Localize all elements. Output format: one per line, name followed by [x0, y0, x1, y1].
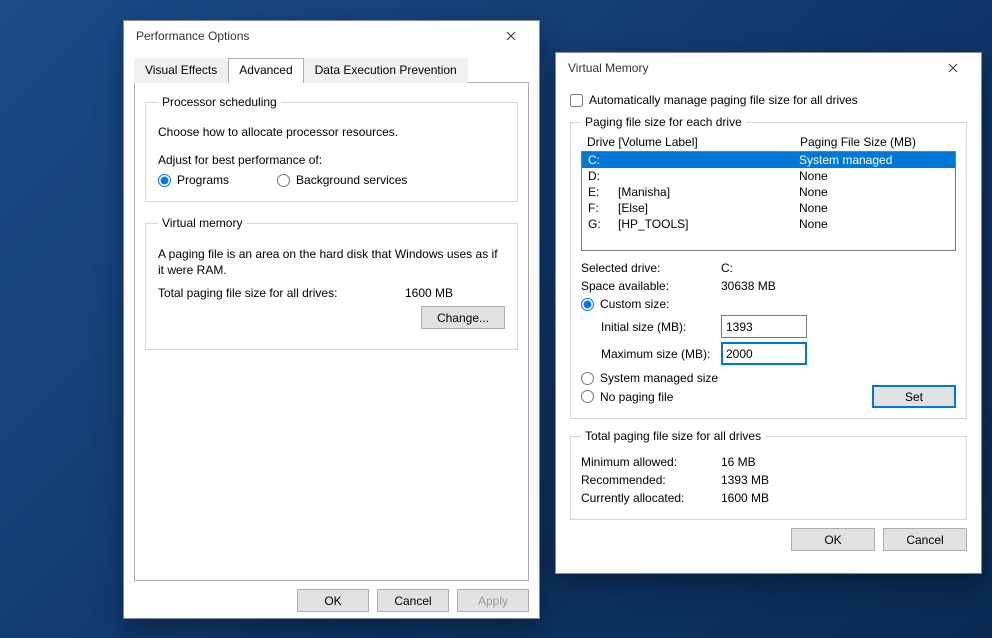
- processor-scheduling-group: Processor scheduling Choose how to alloc…: [145, 95, 518, 202]
- initial-size-label: Initial size (MB):: [601, 320, 721, 334]
- close-icon: [506, 31, 516, 41]
- currently-allocated-label: Currently allocated:: [581, 491, 721, 505]
- radio-no-paging[interactable]: No paging file: [581, 390, 872, 404]
- apply-button[interactable]: Apply: [457, 589, 529, 612]
- proc-desc: Choose how to allocate processor resourc…: [158, 125, 505, 139]
- totals-group: Total paging file size for all drives Mi…: [570, 429, 967, 520]
- drive-letter: C:: [588, 153, 618, 167]
- tab-panel-advanced: Processor scheduling Choose how to alloc…: [134, 83, 529, 581]
- selected-drive-label: Selected drive:: [581, 261, 721, 275]
- selected-drive-value: C:: [721, 261, 733, 275]
- initial-size-input[interactable]: [721, 315, 807, 338]
- virtual-memory-group: Virtual memory A paging file is an area …: [145, 216, 518, 350]
- drive-list-group: Paging file size for each drive Drive [V…: [570, 115, 967, 419]
- drive-volume: [Manisha]: [618, 185, 799, 199]
- change-button[interactable]: Change...: [421, 306, 505, 329]
- total-paging-value: 1600 MB: [405, 286, 505, 300]
- close-button[interactable]: [933, 56, 973, 80]
- drive-paging: None: [799, 185, 949, 199]
- close-button[interactable]: [491, 24, 531, 48]
- space-available-label: Space available:: [581, 279, 721, 293]
- currently-allocated-value: 1600 MB: [721, 491, 769, 505]
- set-button[interactable]: Set: [872, 385, 956, 408]
- drive-row[interactable]: F: [Else] None: [582, 200, 955, 216]
- radio-system-label: System managed size: [600, 371, 718, 385]
- proc-adjust-label: Adjust for best performance of:: [158, 153, 505, 167]
- header-size: Paging File Size (MB): [800, 135, 950, 149]
- recommended-value: 1393 MB: [721, 473, 769, 487]
- radio-services-label: Background services: [296, 173, 407, 187]
- drive-row[interactable]: C: System managed: [582, 152, 955, 168]
- radio-services[interactable]: Background services: [277, 173, 407, 187]
- tab-bar: Visual Effects Advanced Data Execution P…: [134, 57, 529, 83]
- auto-manage-checkbox[interactable]: Automatically manage paging file size fo…: [570, 93, 967, 107]
- ok-button[interactable]: OK: [791, 528, 875, 551]
- group-legend: Total paging file size for all drives: [581, 429, 765, 443]
- drive-list-header: Drive [Volume Label] Paging File Size (M…: [581, 133, 956, 151]
- radio-no-paging-label: No paging file: [600, 390, 673, 404]
- group-legend: Paging file size for each drive: [581, 115, 746, 129]
- header-drive: Drive [Volume Label]: [587, 135, 800, 149]
- min-allowed-label: Minimum allowed:: [581, 455, 721, 469]
- drive-row[interactable]: D: None: [582, 168, 955, 184]
- dialog-body: Automatically manage paging file size fo…: [556, 83, 981, 559]
- group-legend: Processor scheduling: [158, 95, 281, 109]
- drive-paging: System managed: [799, 153, 949, 167]
- radio-programs-label: Programs: [177, 173, 229, 187]
- radio-programs-input[interactable]: [158, 174, 171, 187]
- drive-paging: None: [799, 201, 949, 215]
- total-paging-label: Total paging file size for all drives:: [158, 286, 405, 300]
- maximum-size-input[interactable]: [721, 342, 807, 365]
- drive-letter: G:: [588, 217, 618, 231]
- radio-system-managed[interactable]: System managed size: [581, 371, 956, 385]
- tab-dep[interactable]: Data Execution Prevention: [304, 58, 468, 83]
- window-title: Virtual Memory: [568, 61, 933, 75]
- maximum-size-label: Maximum size (MB):: [601, 347, 721, 361]
- drive-volume: [HP_TOOLS]: [618, 217, 799, 231]
- radio-services-input[interactable]: [277, 174, 290, 187]
- drive-row[interactable]: G: [HP_TOOLS] None: [582, 216, 955, 232]
- drive-row[interactable]: E: [Manisha] None: [582, 184, 955, 200]
- drive-paging: None: [799, 217, 949, 231]
- auto-manage-input[interactable]: [570, 94, 583, 107]
- radio-system-input[interactable]: [581, 372, 594, 385]
- ok-button[interactable]: OK: [297, 589, 369, 612]
- cancel-button[interactable]: Cancel: [883, 528, 967, 551]
- titlebar: Performance Options: [124, 21, 539, 51]
- drive-letter: E:: [588, 185, 618, 199]
- drive-letter: F:: [588, 201, 618, 215]
- drive-paging: None: [799, 169, 949, 183]
- dialog-buttons: OK Cancel Apply: [124, 589, 539, 620]
- cancel-button[interactable]: Cancel: [377, 589, 449, 612]
- recommended-label: Recommended:: [581, 473, 721, 487]
- drive-listbox[interactable]: C: System managed D: None E: [Manisha] N…: [581, 151, 956, 251]
- tab-advanced[interactable]: Advanced: [228, 58, 303, 83]
- drive-volume: [Else]: [618, 201, 799, 215]
- auto-manage-label: Automatically manage paging file size fo…: [589, 93, 858, 107]
- radio-custom-size[interactable]: Custom size:: [581, 297, 956, 311]
- dialog-buttons: OK Cancel: [570, 528, 967, 551]
- performance-options-window: Performance Options Visual Effects Advan…: [123, 20, 540, 619]
- vmem-desc: A paging file is an area on the hard dis…: [158, 246, 505, 278]
- titlebar: Virtual Memory: [556, 53, 981, 83]
- radio-custom-label: Custom size:: [600, 297, 669, 311]
- radio-programs[interactable]: Programs: [158, 173, 229, 187]
- space-available-value: 30638 MB: [721, 279, 776, 293]
- group-legend: Virtual memory: [158, 216, 246, 230]
- radio-custom-input[interactable]: [581, 298, 594, 311]
- virtual-memory-window: Virtual Memory Automatically manage pagi…: [555, 52, 982, 574]
- close-icon: [948, 63, 958, 73]
- tab-visual-effects[interactable]: Visual Effects: [134, 58, 228, 83]
- radio-no-paging-input[interactable]: [581, 390, 594, 403]
- drive-letter: D:: [588, 169, 618, 183]
- window-title: Performance Options: [136, 29, 491, 43]
- min-allowed-value: 16 MB: [721, 455, 756, 469]
